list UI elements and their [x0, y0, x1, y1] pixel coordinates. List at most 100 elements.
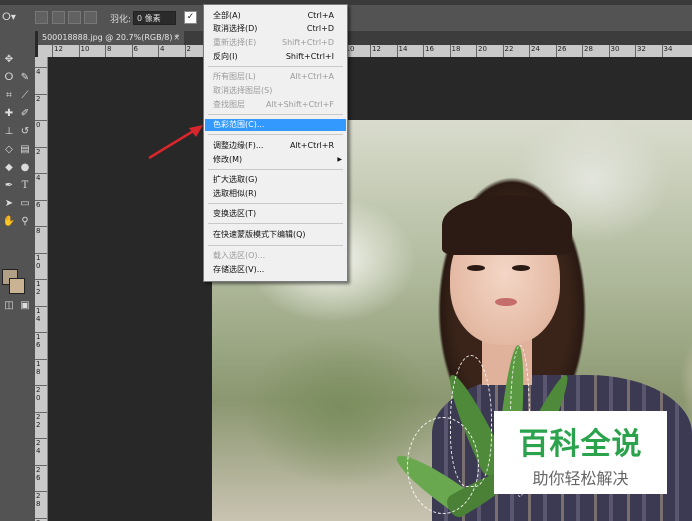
document-tab[interactable]: 500018888.jpg @ 20.7%(RGB/8) * ×	[38, 31, 184, 45]
ruler-label: 2	[186, 45, 191, 53]
ruler-label: 34	[663, 45, 673, 53]
ruler-tick	[105, 45, 106, 57]
ruler-label: 12	[372, 45, 381, 53]
ruler-tick	[555, 45, 557, 57]
menu-item-shortcut: Alt+Ctrl+A	[290, 72, 334, 81]
ruler-label: 32	[637, 45, 646, 53]
blur-icon[interactable]: ◆	[2, 161, 16, 175]
ruler-tick	[608, 45, 610, 57]
feather-label: 羽化:	[110, 15, 132, 25]
healing-brush-icon[interactable]: ✚	[2, 107, 16, 121]
ruler-label: 8	[36, 227, 41, 235]
watermark-logo: 百科全说 助你轻松解决	[494, 411, 667, 494]
ruler-tick	[449, 45, 451, 57]
ruler-label: 1 8	[36, 359, 41, 376]
close-icon[interactable]: ×	[173, 31, 180, 45]
add-selection-icon[interactable]	[52, 11, 65, 24]
menu-item-label: 查找图层	[213, 100, 245, 109]
menu-item[interactable]: 变换选区(T)	[205, 208, 346, 220]
ruler-label: 20	[478, 45, 487, 53]
lasso-icon[interactable]: ⵔ	[2, 71, 16, 85]
menu-item-label: 存储选区(V)...	[213, 265, 265, 274]
menu-item-label: 反向(I)	[213, 52, 238, 61]
hand-icon[interactable]: ✋	[2, 215, 16, 229]
crop-icon[interactable]: ⌗	[2, 89, 16, 103]
gradient-icon[interactable]: ▤	[18, 143, 32, 157]
background-color-swatch[interactable]	[9, 278, 25, 294]
ruler-label: 18	[451, 45, 461, 53]
menu-item-shortcut: Alt+Ctrl+R	[289, 141, 334, 150]
clone-stamp-icon[interactable]: ⊥	[2, 125, 16, 139]
right-eye	[512, 265, 530, 271]
ruler-label: 0	[36, 121, 41, 129]
document-tab-title: 500018888.jpg @ 20.7%(RGB/8) *	[42, 33, 180, 42]
move-icon[interactable]: ✥	[2, 53, 16, 67]
ruler-label: 8	[107, 45, 112, 53]
ruler-label: 1 2	[36, 280, 41, 296]
menu-item: 重新选择(E) Shift+Ctrl+D	[205, 37, 346, 49]
eyedropper-icon[interactable]: ⟋	[18, 89, 32, 103]
ruler-tick	[423, 45, 424, 57]
pen-icon[interactable]: ✒	[2, 179, 16, 193]
path-select-icon[interactable]: ➤	[2, 197, 16, 211]
ruler-label: 1 4	[36, 306, 41, 323]
menu-item-label: 调整边缘(F)...	[213, 141, 264, 150]
lasso-preset-icon[interactable]: ⵔ▾	[2, 12, 16, 23]
ruler-label: 2 6	[36, 465, 41, 482]
ruler-tick	[131, 45, 133, 57]
quick-mask-icon[interactable]: ◫	[2, 299, 16, 313]
history-brush-icon[interactable]: ↺	[18, 125, 32, 139]
ruler-tick	[158, 45, 159, 57]
lips-shape	[495, 298, 517, 306]
ruler-label: 24	[531, 45, 540, 53]
menu-item-label: 修改(M)	[213, 155, 243, 164]
menu-separator	[208, 134, 343, 135]
menu-item-label: 色彩范围(C)...	[213, 120, 265, 129]
menu-item: 载入选区(O)...	[205, 250, 346, 262]
ruler-label: 1 0	[36, 253, 41, 270]
menu-item[interactable]: 取消选择(D) Ctrl+D	[205, 23, 346, 35]
menu-separator	[208, 66, 343, 67]
type-icon[interactable]: T	[18, 179, 32, 193]
menu-item[interactable]: 修改(M) ▶	[205, 154, 346, 166]
menu-item-shortcut: Shift+Ctrl+I	[285, 52, 334, 61]
brush-icon[interactable]: ✐	[18, 107, 32, 121]
quick-select-icon[interactable]: ✎	[18, 71, 32, 85]
menu-item[interactable]: 扩大选取(G)	[205, 174, 346, 186]
ruler-label: 14	[398, 45, 408, 53]
zoom-icon[interactable]: ⚲	[18, 215, 32, 229]
ruler-tick	[78, 45, 80, 57]
rectangle-icon[interactable]: ▭	[18, 197, 32, 211]
ruler-label: 10	[80, 45, 90, 53]
menu-item[interactable]: 在快速蒙版模式下编辑(Q)	[205, 229, 346, 241]
anti-alias-checkbox[interactable]: ✓	[184, 11, 197, 24]
ruler-label: 26	[557, 45, 567, 53]
menu-item[interactable]: 调整边缘(F)... Alt+Ctrl+R	[205, 140, 346, 152]
menu-item[interactable]: 存储选区(V)...	[205, 264, 346, 276]
menu-item[interactable]: 选取相似(R)	[205, 188, 346, 200]
menu-item-shortcut: Ctrl+A	[307, 11, 334, 20]
dodge-icon[interactable]: ●	[18, 161, 32, 175]
screen-mode-icon[interactable]: ▣	[18, 299, 32, 313]
menu-item-shortcut: Shift+Ctrl+D	[282, 38, 334, 47]
menu-item[interactable]: 反向(I) Shift+Ctrl+I	[205, 51, 346, 63]
menu-item-label: 重新选择(E)	[213, 38, 257, 47]
menu-item-label: 扩大选取(G)	[213, 175, 258, 184]
menu-item[interactable]: 色彩范围(C)...	[205, 119, 346, 131]
ruler-label: 2 8	[36, 492, 41, 508]
ruler-label: 22	[504, 45, 514, 53]
ruler-tick	[529, 45, 530, 57]
subtract-selection-icon[interactable]	[68, 11, 81, 24]
menu-item[interactable]: 全部(A) Ctrl+A	[205, 10, 346, 22]
ruler-tick	[635, 45, 636, 57]
feather-input[interactable]: 0 像素	[133, 11, 176, 25]
menu-item-label: 取消选择图层(S)	[213, 86, 273, 95]
menu-separator	[208, 223, 343, 224]
ruler-tick	[370, 45, 371, 57]
ruler-tick	[476, 45, 477, 57]
ruler-tick	[184, 45, 186, 57]
eraser-icon[interactable]: ◇	[2, 143, 16, 157]
new-selection-icon[interactable]	[35, 11, 48, 24]
intersect-selection-icon[interactable]	[84, 11, 97, 24]
menu-item: 取消选择图层(S)	[205, 85, 346, 97]
